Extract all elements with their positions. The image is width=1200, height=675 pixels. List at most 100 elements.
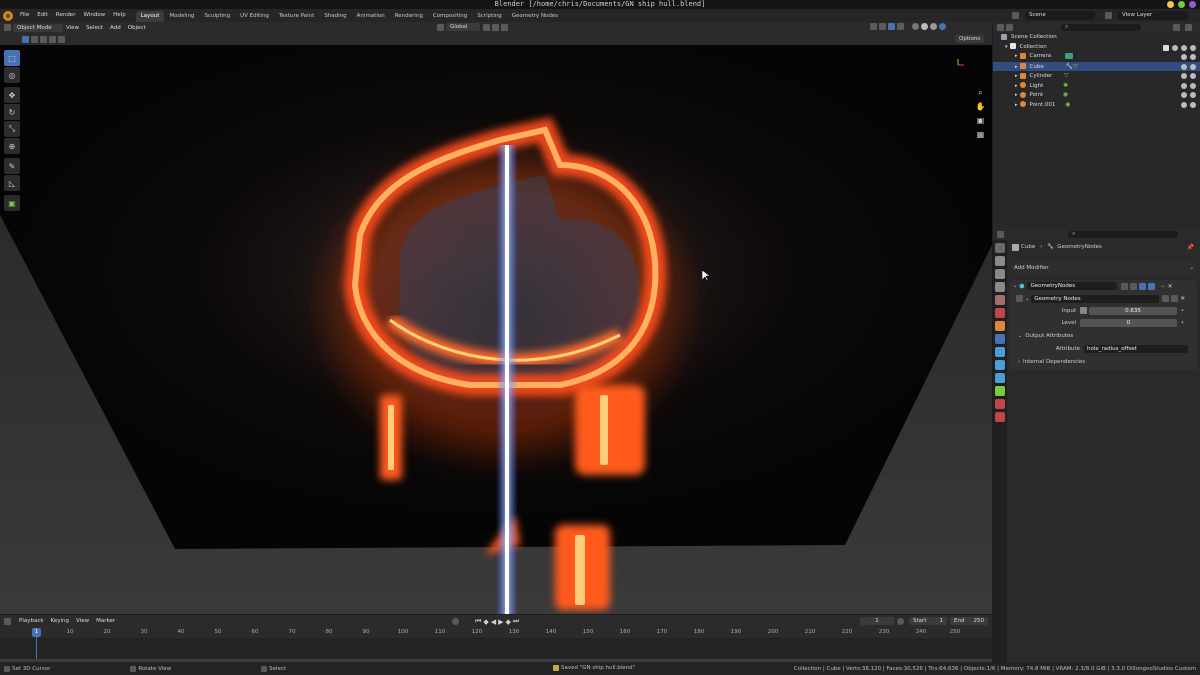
constraints-tab-icon[interactable] [995,373,1005,383]
pan-hand-icon[interactable]: ✋ [975,101,986,112]
mode-selector[interactable]: Object Mode [13,23,63,32]
texture-tab-icon[interactable] [995,412,1005,422]
playhead-indicator[interactable]: 1 [32,628,41,637]
pin-icon[interactable]: 📌 [1187,244,1194,251]
collection-checkbox[interactable] [1163,44,1169,51]
unlink-node-group-icon[interactable]: ✕ [1180,295,1185,302]
start-frame-field[interactable]: Start 1 [909,617,947,625]
move-tool-icon[interactable]: ✥ [4,87,20,103]
add-cube-tool-icon[interactable]: ▣ [4,195,20,211]
outliner-item-cylinder[interactable]: ▸ Cylinder ▽ [993,71,1200,81]
expand-collection-icon[interactable]: ▾ [1005,44,1008,50]
current-frame-field[interactable]: 1 [860,617,894,625]
menu-render[interactable]: Render [52,9,80,22]
options-button[interactable]: Options [955,35,985,43]
tab-scripting[interactable]: Scripting [472,11,506,22]
tab-animation[interactable]: Animation [352,11,390,22]
outliner-item-camera[interactable]: ▸ Camera [993,52,1200,62]
expand-point-icon[interactable]: ▸ [1015,92,1018,98]
light-render-icon[interactable] [1190,82,1196,89]
menu-help[interactable]: Help [109,9,130,22]
shading-material-icon[interactable] [930,23,937,30]
jump-start-icon[interactable]: ⏮ [475,617,481,626]
new-collection-icon[interactable] [1185,24,1192,31]
view-layer-tab-icon[interactable] [995,282,1005,292]
modifier-menu-chevron-icon[interactable]: ⌄ [1160,283,1164,289]
xray-icon[interactable] [897,23,904,30]
cylinder-eye-icon[interactable] [1181,73,1187,79]
object-tab-icon[interactable] [995,321,1005,331]
end-frame-field[interactable]: End 250 [950,617,988,625]
grid-perspective-icon[interactable]: ▦ [975,129,986,140]
close-button[interactable] [1189,1,1196,8]
cube-eye-icon[interactable] [1181,63,1187,70]
light-eye-icon[interactable] [1181,82,1187,89]
tab-layout[interactable]: Layout [135,10,165,22]
select-box-mode-icon[interactable] [22,35,29,43]
cursor-tool-icon[interactable]: ◎ [4,67,20,83]
internal-dependencies-subpanel[interactable]: › Internal Dependencies [1010,357,1197,367]
outliner-item-point[interactable]: ▸ Point ◉ [993,90,1200,100]
camera-view-icon[interactable]: ▣ [975,115,986,126]
tab-modeling[interactable]: Modeling [164,11,199,22]
menu-view[interactable]: View [66,25,79,31]
menu-file[interactable]: File [16,9,33,22]
modifier-name-field[interactable]: GeometryNodes [1027,282,1118,290]
viewport-toggle-icon[interactable] [1139,282,1147,290]
tab-shading[interactable]: Shading [319,11,351,22]
prev-keyframe-icon[interactable]: ◆ [483,618,488,626]
editor-type-icon[interactable] [4,24,11,31]
overlay-icon[interactable] [888,23,895,30]
menu-add[interactable]: Add [110,25,121,31]
menu-timeline-view[interactable]: View [76,618,89,624]
point-render-icon[interactable] [1190,92,1196,98]
frame-ruler[interactable]: 10 20 30 40 50 60 70 80 90 100 110 120 1… [0,627,992,638]
outliner-search-input[interactable] [1061,24,1141,31]
pivot-icon[interactable] [483,23,490,31]
snap-icon[interactable] [492,23,499,31]
physics-tab-icon[interactable] [995,360,1005,370]
world-tab-icon[interactable] [995,308,1005,318]
node-group-chevron-icon[interactable]: ⌄ [1025,296,1029,302]
output-tab-icon[interactable] [995,269,1005,279]
input-attribute-toggle-icon[interactable] [1080,307,1087,314]
gizmo-icon[interactable] [879,23,886,30]
output-attributes-subpanel[interactable]: ⌄ Output Attributes [1010,331,1197,341]
camera-eye-icon[interactable] [1181,54,1187,60]
point-eye-icon[interactable] [1181,92,1187,98]
scene-tab-icon[interactable] [995,295,1005,305]
fake-user-icon[interactable] [1162,295,1170,302]
timeline-scrollbar[interactable] [0,659,992,662]
properties-editor-icon[interactable] [997,231,1004,238]
add-modifier-button[interactable]: Add Modifier ⌄ [1011,262,1196,274]
properties-search-input[interactable] [1068,231,1178,238]
remove-modifier-icon[interactable]: ✕ [1168,283,1173,290]
menu-playback[interactable]: Playback [19,618,44,624]
collapse-modifier-icon[interactable]: ⌄ [1013,283,1017,289]
timeline-editor-icon[interactable] [4,617,11,625]
menu-object[interactable]: Object [128,25,146,31]
blender-logo-icon[interactable] [3,10,13,21]
proportional-edit-icon[interactable] [501,23,508,31]
view-layer-selector[interactable]: View Layer [1118,11,1188,20]
render-tab-icon[interactable] [995,256,1005,266]
attribute-name-field[interactable]: hole_radius_offset [1084,344,1188,353]
edit-mode-toggle-icon[interactable] [1121,282,1129,290]
menu-select[interactable]: Select [86,25,103,31]
scene-selector[interactable]: Scene [1025,11,1095,20]
outliner-item-light[interactable]: ▸ Light ✺ [993,81,1200,91]
select-box-tool-icon[interactable]: ⬚ [4,50,20,66]
outliner-scene-collection[interactable]: Scene Collection [993,33,1200,43]
maximize-button[interactable] [1178,1,1185,8]
rotate-tool-icon[interactable]: ↻ [4,104,20,120]
display-mode-icon[interactable] [1006,24,1013,31]
cage-toggle-icon[interactable] [1130,282,1138,290]
menu-keying[interactable]: Keying [51,618,69,624]
shading-solid-icon[interactable] [921,23,928,30]
outliner-collection[interactable]: ▾ Collection [993,43,1200,53]
measure-tool-icon[interactable]: ◺ [4,175,20,191]
tool-tab-icon[interactable] [995,243,1005,253]
play-icon[interactable]: ▶ [498,618,503,626]
expand-cube-icon[interactable]: ▸ [1015,64,1018,70]
play-reverse-icon[interactable]: ◀ [491,618,496,626]
